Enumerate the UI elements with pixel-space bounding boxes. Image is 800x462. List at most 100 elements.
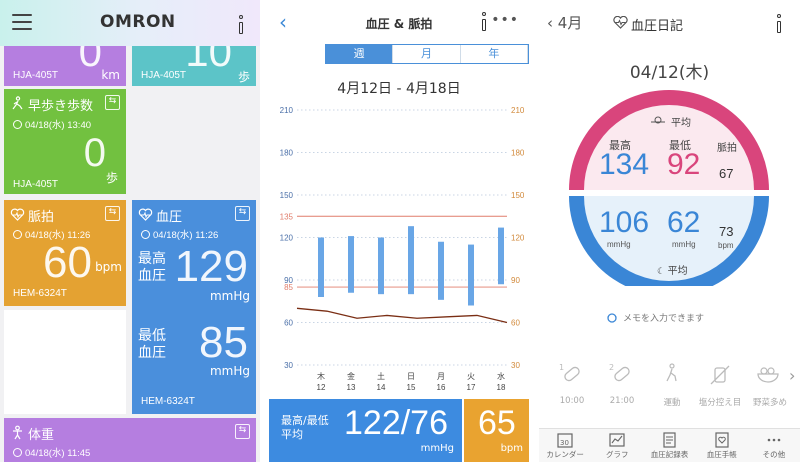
x-tick-day: 金 bbox=[347, 371, 355, 381]
bp-range-bar bbox=[408, 226, 414, 295]
exercise-icon[interactable] bbox=[659, 362, 685, 388]
bottom-average-label: ☾ 平均 bbox=[657, 266, 688, 277]
back-button[interactable]: ‹ 4月 bbox=[547, 12, 582, 33]
tile-unit: bpm bbox=[95, 260, 122, 274]
y-tick-label-right: 120 bbox=[511, 234, 525, 243]
x-tick-date: 16 bbox=[437, 383, 446, 392]
pulse-line bbox=[296, 307, 508, 324]
bp-average-box: 最高/最低 平均 122/76 mmHg bbox=[269, 399, 462, 462]
y-tick-label-left: 180 bbox=[280, 149, 294, 158]
bp-pulse-chart: 2101801501351209085603021018015012090603… bbox=[280, 106, 525, 392]
tile-brisk-walking[interactable]: 早歩き歩数 ⇆ 04/18(水) 13:40 0 歩 HJA-405T bbox=[4, 89, 126, 194]
tab-calendar[interactable]: 30 カレンダー bbox=[539, 429, 591, 462]
category-label: 10:00 bbox=[559, 396, 585, 406]
tile-date: 04/18(水) 11:45 bbox=[13, 445, 90, 459]
y-tick-label-right: 30 bbox=[511, 361, 520, 370]
tile-pulse[interactable]: 脈拍 ⇆ 04/18(水) 11:26 60 bpm HEM-6324T bbox=[4, 200, 126, 306]
tile-distance[interactable]: 10 歩 HJA-405T bbox=[132, 46, 256, 86]
avg-unit: mmHg bbox=[420, 443, 454, 454]
tile-value: 60 bbox=[43, 238, 92, 287]
pill-morning-icon[interactable]: 1 bbox=[559, 362, 585, 388]
bottom-tab-bar: 30 カレンダー グラフ 血圧記録表 血圧手帳 その他 bbox=[539, 428, 800, 462]
more-icon[interactable]: ••• bbox=[491, 12, 519, 28]
swap-icon[interactable]: ⇆ bbox=[235, 206, 250, 221]
category-label: 21:00 bbox=[609, 396, 635, 406]
pill-evening-icon[interactable]: 2 bbox=[609, 362, 635, 388]
notebook-icon bbox=[715, 432, 729, 448]
swap-icon[interactable]: ⇆ bbox=[105, 95, 120, 110]
page-title: 血圧日記 bbox=[631, 19, 684, 34]
tile-value: 0 bbox=[78, 46, 102, 75]
menu-icon[interactable] bbox=[12, 14, 32, 31]
category-label: 運動 bbox=[663, 398, 681, 408]
bp-gauge bbox=[569, 90, 769, 286]
category-label: 野菜多め bbox=[752, 398, 787, 408]
summary-footer: 最高/最低 平均 122/76 mmHg 65 bpm bbox=[269, 399, 529, 462]
dia-unit: mmHg bbox=[209, 364, 250, 378]
bp-range-bar bbox=[378, 237, 384, 295]
info-icon[interactable] bbox=[236, 15, 246, 35]
device-name: HJA-405T bbox=[13, 179, 59, 190]
x-tick-day: 火 bbox=[467, 372, 475, 381]
tile-unit: 歩 bbox=[105, 171, 118, 185]
y-tick-label-left: 210 bbox=[280, 106, 294, 115]
period-tabs: 週 月 年 bbox=[325, 44, 529, 64]
sys-value: 129 bbox=[174, 242, 248, 291]
vegetable-icon[interactable] bbox=[755, 362, 781, 388]
y-tick-label-right: 90 bbox=[511, 276, 520, 285]
tile-value: 10 bbox=[185, 46, 232, 75]
y-tick-label-right: 60 bbox=[511, 319, 520, 328]
x-tick-day: 日 bbox=[407, 372, 415, 381]
tab-records[interactable]: 血圧記録表 bbox=[643, 429, 695, 462]
tab-year[interactable]: 年 bbox=[461, 45, 528, 63]
device-name: HJA-405T bbox=[141, 70, 187, 81]
low-salt-icon[interactable] bbox=[707, 362, 733, 388]
tile-steps[interactable]: 0 km HJA-405T bbox=[4, 46, 126, 86]
avg-value: 122/76 bbox=[344, 404, 448, 442]
tab-more[interactable]: その他 bbox=[748, 429, 800, 462]
heart-icon bbox=[613, 16, 628, 29]
x-tick-date: 18 bbox=[497, 383, 506, 392]
body-icon bbox=[13, 425, 22, 440]
y-tick-label-right: 180 bbox=[511, 149, 525, 158]
tab-week[interactable]: 週 bbox=[326, 45, 394, 63]
sys-unit: mmHg bbox=[607, 240, 631, 249]
dia-label: 最低 血圧 bbox=[138, 328, 166, 361]
svg-text:30: 30 bbox=[560, 439, 569, 447]
info-icon[interactable] bbox=[774, 14, 784, 34]
y-tick-label-left: 135 bbox=[280, 212, 294, 221]
tab-month[interactable]: 月 bbox=[393, 45, 461, 63]
page-title: 血圧 & 脈拍 bbox=[365, 17, 433, 31]
chevron-right-icon[interactable]: › bbox=[789, 366, 795, 385]
diary-date: 04/12(木) bbox=[629, 63, 710, 83]
bp-range-bar bbox=[498, 227, 504, 285]
tile-date: 04/18(水) 11:26 bbox=[141, 227, 218, 241]
x-tick-date: 17 bbox=[467, 383, 476, 392]
diary-panel: ‹ 4月 血圧日記 04/12(木) 平均 最高 最低 脈拍 134 92 67… bbox=[539, 0, 800, 462]
pulse-label: 脈拍 bbox=[717, 143, 737, 154]
x-tick-day: 木 bbox=[317, 371, 325, 381]
x-tick-day: 土 bbox=[377, 371, 385, 381]
x-tick-date: 12 bbox=[317, 383, 326, 392]
moon-icon: ☾ bbox=[657, 266, 668, 276]
tile-title: 早歩き歩数 bbox=[28, 99, 94, 114]
info-icon[interactable] bbox=[479, 12, 489, 32]
bp-range-bar bbox=[468, 244, 474, 306]
brand-logo: OMRON bbox=[100, 12, 176, 32]
pulse-unit: bpm bbox=[500, 443, 523, 454]
tab-notebook[interactable]: 血圧手帳 bbox=[696, 429, 748, 462]
memo-input[interactable]: メモを入力できます bbox=[623, 311, 704, 324]
tab-graph[interactable]: グラフ bbox=[591, 429, 643, 462]
swap-icon[interactable]: ⇆ bbox=[235, 424, 250, 439]
pulse-unit: bpm bbox=[718, 241, 734, 250]
more-icon bbox=[767, 438, 781, 442]
morning-pulse-value: 73 bbox=[719, 224, 734, 239]
tile-blood-pressure[interactable]: 血圧 ⇆ 04/18(水) 11:26 最高 血圧 129 mmHg 最低 血圧 8… bbox=[132, 200, 256, 414]
tile-title: 脈拍 bbox=[28, 210, 55, 225]
swap-icon[interactable]: ⇆ bbox=[105, 206, 120, 221]
tile-title: 血圧 bbox=[156, 210, 183, 225]
x-tick-day: 水 bbox=[497, 371, 505, 381]
y-tick-label-left: 120 bbox=[280, 234, 294, 243]
dashboard-header: OMRON bbox=[0, 0, 260, 46]
tile-weight[interactable]: 体重 ⇆ 04/18(水) 11:45 bbox=[4, 418, 256, 462]
